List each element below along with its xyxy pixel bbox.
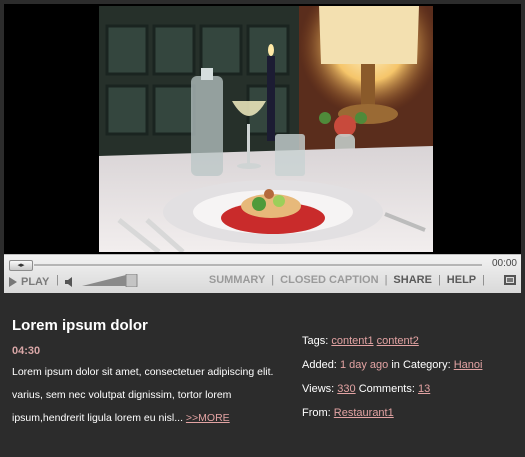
source-link[interactable]: Restaurant1 (334, 407, 394, 419)
closed-caption-link[interactable]: CLOSED CAPTION (280, 274, 378, 286)
video-description: Lorem ipsum dolor sit amet, consectetuer… (12, 361, 290, 430)
video-frame[interactable] (4, 4, 521, 254)
link-separator: | (482, 274, 485, 286)
play-icon (9, 277, 17, 287)
video-title: Lorem ipsum dolor (12, 317, 148, 334)
play-button[interactable]: PLAY (9, 275, 49, 289)
added-label: Added: (302, 359, 337, 371)
player-control-bar: ◂▸ 00:00 PLAY | SUMMARY | CLOSED CAPTION… (4, 254, 521, 293)
views-label: Views: (302, 383, 335, 395)
link-separator: | (384, 274, 388, 286)
time-readout: 00:00 (491, 258, 517, 269)
tags-label: Tags: (302, 335, 329, 347)
seek-bar[interactable] (34, 264, 482, 267)
more-link[interactable]: >>MORE (186, 412, 230, 424)
category-link[interactable]: Hanoi (454, 359, 483, 371)
restaurant-table-scene (99, 6, 433, 252)
from-row: From: Restaurant1 (302, 405, 517, 429)
speaker-icon[interactable] (65, 277, 75, 287)
video-summary: Lorem ipsum dolor 04:30 Lorem ipsum dolo… (12, 317, 292, 430)
fullscreen-icon[interactable] (504, 275, 516, 285)
video-player: ◂▸ 00:00 PLAY | SUMMARY | CLOSED CAPTION… (0, 0, 525, 457)
added-row: Added: 1 day ago in Category: Hanoi (302, 357, 517, 381)
tags-row: Tags: content1 content2 (302, 333, 517, 357)
summary-link[interactable]: SUMMARY (209, 274, 265, 286)
video-metadata: Tags: content1 content2 Added: 1 day ago… (302, 333, 517, 429)
comments-label: Comments: (358, 383, 415, 395)
views-count[interactable]: 330 (337, 383, 355, 395)
volume-slider[interactable] (82, 274, 138, 287)
description-text: Lorem ipsum dolor sit amet, consectetuer… (12, 366, 274, 424)
stats-row: Views: 330 Comments: 13 (302, 381, 517, 405)
link-separator: | (271, 274, 275, 286)
video-duration: 04:30 (12, 345, 41, 357)
video-info-panel: Lorem ipsum dolor 04:30 Lorem ipsum dolo… (4, 305, 521, 453)
help-link[interactable]: HELP (447, 274, 476, 286)
category-label: in Category: (391, 359, 451, 371)
scrub-handle[interactable]: ◂▸ (9, 260, 33, 271)
video-still-image[interactable] (99, 6, 433, 252)
player-links: SUMMARY | CLOSED CAPTION | SHARE | HELP … (209, 274, 491, 286)
link-separator: | (437, 274, 441, 286)
from-label: From: (302, 407, 331, 419)
tag-link[interactable]: content1 (331, 335, 373, 347)
added-value: 1 day ago (339, 359, 389, 371)
play-label: PLAY (21, 276, 50, 288)
share-link[interactable]: SHARE (393, 274, 432, 286)
tag-link[interactable]: content2 (377, 335, 419, 347)
control-separator: | (56, 274, 59, 286)
comments-count[interactable]: 13 (418, 383, 430, 395)
